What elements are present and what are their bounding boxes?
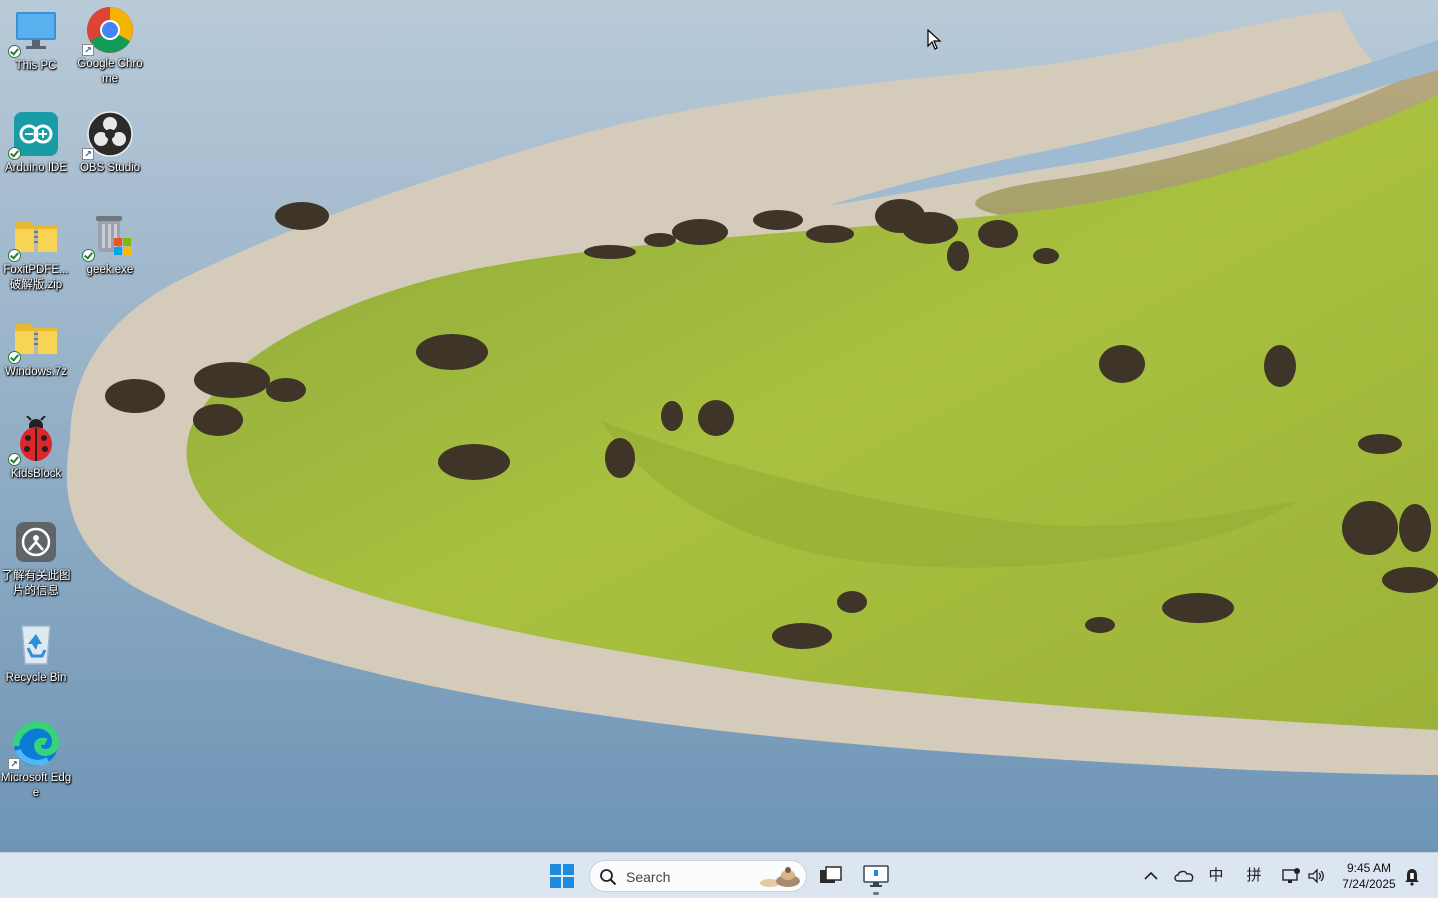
sync-status-icon (8, 249, 21, 262)
search-highlight-image (760, 867, 800, 887)
bell-icon (1405, 869, 1419, 886)
network-monitor-icon (1282, 868, 1300, 883)
desktop-icon-this-pc[interactable]: This PC (0, 8, 72, 74)
desktop-icon-label: Arduino IDE (4, 162, 67, 174)
sync-status-icon (82, 249, 95, 262)
search-icon (600, 869, 617, 886)
sync-status-icon (8, 147, 21, 160)
mouse-pointer-icon (927, 29, 942, 50)
task-view-button[interactable] (816, 862, 844, 890)
running-indicator (873, 892, 879, 895)
ime-mode-button[interactable]: 中 (1204, 866, 1228, 886)
recycle-bin-icon (12, 620, 60, 668)
network-tray-button[interactable] (1280, 866, 1302, 886)
shortcut-arrow-icon: ↗ (82, 44, 94, 56)
ime-pinyin-button[interactable]: 拼 (1242, 866, 1266, 886)
taskbar-search-box[interactable]: Search (589, 860, 807, 892)
taskbar-clock[interactable]: 9:45 AM 7/24/2025 (1334, 860, 1404, 892)
cloud-icon (1174, 870, 1194, 882)
search-placeholder: Search (626, 869, 671, 885)
desktop-icon-label: OBS Studio (79, 162, 141, 174)
sync-status-icon (8, 351, 21, 364)
arduino-icon (8, 110, 60, 160)
desktop-icon-microsoft-edge[interactable]: ↗ Microsoft Edge (0, 720, 72, 801)
desktop-icon-spotlight-info[interactable]: 了解有关此图片的信息 (0, 518, 72, 599)
desktop-icon-geek-exe[interactable]: geek.exe (74, 212, 146, 278)
sync-status-icon (8, 45, 21, 58)
desktop-icon-google-chrome[interactable]: ↗ Google Chrome (74, 6, 146, 87)
sync-status-icon (8, 453, 21, 466)
chrome-icon: ↗ (82, 6, 134, 56)
desktop-icon-label: This PC (15, 60, 57, 72)
clock-date: 7/24/2025 (1342, 877, 1396, 891)
desktop-icon-label: KidsBlock (10, 468, 62, 480)
onedrive-tray-button[interactable] (1172, 866, 1196, 886)
desktop-icon-label: FoxitPDFE... 破解版.zip (3, 264, 69, 291)
geek-uninstaller-icon (82, 212, 134, 262)
taskbar-app-remote-desktop[interactable] (862, 862, 890, 895)
windows-logo-icon (550, 864, 574, 888)
desktop-icon-recycle-bin[interactable]: Recycle Bin (0, 620, 72, 686)
notification-button[interactable] (1402, 866, 1422, 886)
zip-folder-icon (8, 314, 60, 364)
desktop-wallpaper (0, 0, 1438, 852)
remote-desktop-icon (863, 865, 889, 887)
speaker-icon (1308, 868, 1324, 884)
ladybug-icon (8, 415, 60, 466)
desktop-icon-windows-7z[interactable]: Windows.7z (0, 314, 72, 380)
desktop-icon-obs-studio[interactable]: ↗ OBS Studio (74, 110, 146, 176)
show-hidden-icons-button[interactable] (1142, 866, 1160, 886)
desktop-icon-label: Windows.7z (5, 366, 67, 378)
chevron-up-icon (1144, 871, 1158, 880)
desktop-icon-arduino-ide[interactable]: Arduino IDE (0, 110, 72, 176)
shortcut-arrow-icon: ↗ (82, 148, 94, 160)
desktop-icon-kidsblock[interactable]: KidsBlock (0, 415, 72, 482)
volume-tray-button[interactable] (1305, 866, 1327, 886)
obs-icon: ↗ (82, 110, 134, 160)
zip-folder-icon (8, 212, 60, 262)
desktop-icon-label: geek.exe (86, 264, 134, 276)
shortcut-arrow-icon: ↗ (8, 758, 20, 770)
desktop-icon-label: Google Chrome (77, 58, 143, 85)
desktop-icon-foxitpdfe-zip[interactable]: FoxitPDFE... 破解版.zip (0, 212, 72, 293)
monitor-icon (8, 8, 60, 58)
camera-info-icon (12, 518, 60, 566)
edge-icon: ↗ (8, 720, 60, 770)
desktop-icon-label: Microsoft Edge (0, 772, 72, 799)
task-view-icon (820, 866, 842, 883)
desktop-icon-label: 了解有关此图片的信息 (1, 570, 71, 597)
clock-time: 9:45 AM (1346, 861, 1392, 875)
desktop-icon-label: Recycle Bin (5, 672, 67, 684)
taskbar: Search 中 拼 9:45 AM 7/24/2025 (0, 852, 1438, 898)
start-button[interactable] (549, 863, 575, 889)
